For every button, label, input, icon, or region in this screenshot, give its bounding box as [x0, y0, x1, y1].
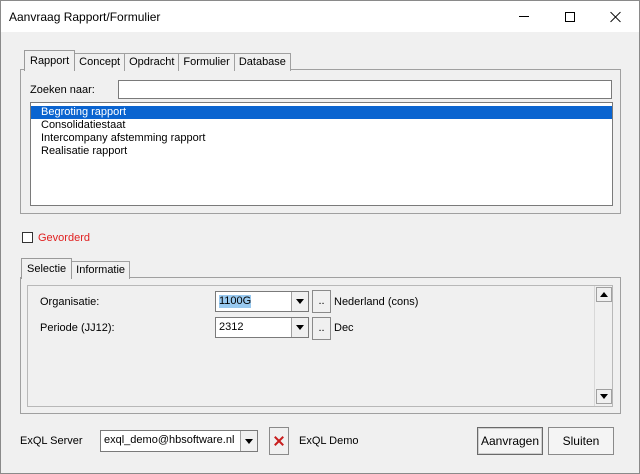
chevron-down-icon [296, 299, 304, 304]
tab-formulier[interactable]: Formulier [178, 53, 235, 71]
server-value: exql_demo@hbsoftware.nl [104, 434, 235, 446]
chevron-up-icon [600, 292, 608, 297]
clear-server-button[interactable] [269, 427, 289, 455]
organisatie-value: 1100G [219, 295, 252, 308]
periode-combo[interactable]: 2312 [215, 317, 309, 338]
tab-opdracht[interactable]: Opdracht [124, 53, 180, 71]
periode-dropdown[interactable] [291, 318, 308, 337]
scroll-up-button[interactable] [596, 287, 612, 302]
server-dropdown[interactable] [240, 431, 257, 451]
organisatie-browse-button[interactable]: .. [312, 290, 331, 313]
tab-selectie[interactable]: Selectie [21, 258, 73, 279]
server-combo[interactable]: exql_demo@hbsoftware.nl [100, 430, 258, 452]
clear-icon [274, 436, 284, 446]
periode-value: 2312 [219, 321, 244, 333]
periode-browse-button[interactable]: .. [312, 317, 331, 340]
minimize-button[interactable] [501, 1, 547, 32]
title-bar: Aanvraag Rapport/Formulier [1, 1, 639, 32]
search-input[interactable] [118, 80, 612, 99]
advanced-label: Gevorderd [38, 232, 90, 244]
list-item-realisatie[interactable]: Realisatie rapport [31, 145, 612, 158]
tab-concept[interactable]: Concept [74, 53, 126, 71]
list-item-intercompany[interactable]: Intercompany afstemming rapport [31, 132, 612, 145]
tab-database[interactable]: Database [233, 53, 291, 71]
tab-informatie[interactable]: Informatie [71, 261, 131, 279]
close-button[interactable]: Sluiten [548, 427, 614, 455]
report-type-tabs: Rapport Concept Opdracht Formulier Datab… [24, 49, 291, 71]
advanced-checkbox[interactable] [22, 232, 33, 243]
organisatie-dropdown[interactable] [291, 292, 308, 311]
selection-scrollbar[interactable] [594, 286, 612, 406]
chevron-down-icon [600, 394, 608, 399]
maximize-button[interactable] [547, 1, 593, 32]
tab-rapport[interactable]: Rapport [24, 50, 76, 71]
scroll-down-button[interactable] [596, 389, 612, 404]
minimize-icon [519, 16, 529, 17]
list-item-consolidatiestaat[interactable]: Consolidatiestaat [31, 119, 612, 132]
chevron-down-icon [245, 438, 253, 444]
window-title: Aanvraag Rapport/Formulier [9, 10, 161, 24]
report-listbox[interactable]: Begroting rapport Consolidatiestaat Inte… [30, 102, 613, 206]
chevron-down-icon [296, 325, 304, 330]
server-description: ExQL Demo [299, 435, 359, 447]
close-icon [610, 11, 622, 23]
close-window-button[interactable] [593, 1, 639, 32]
request-button[interactable]: Aanvragen [477, 427, 543, 455]
list-item-begroting[interactable]: Begroting rapport [31, 106, 612, 119]
search-label: Zoeken naar: [30, 84, 95, 96]
periode-description: Dec [334, 322, 354, 334]
dialog-window: Aanvraag Rapport/Formulier Rapport Conce… [0, 0, 640, 474]
selection-tabs: Selectie Informatie [21, 257, 131, 279]
periode-label: Periode (JJ12): [40, 322, 115, 334]
server-label: ExQL Server [20, 435, 83, 447]
organisatie-combo[interactable]: 1100G [215, 291, 309, 312]
maximize-icon [565, 11, 575, 22]
organisatie-label: Organisatie: [40, 296, 100, 308]
organisatie-description: Nederland (cons) [334, 296, 419, 308]
